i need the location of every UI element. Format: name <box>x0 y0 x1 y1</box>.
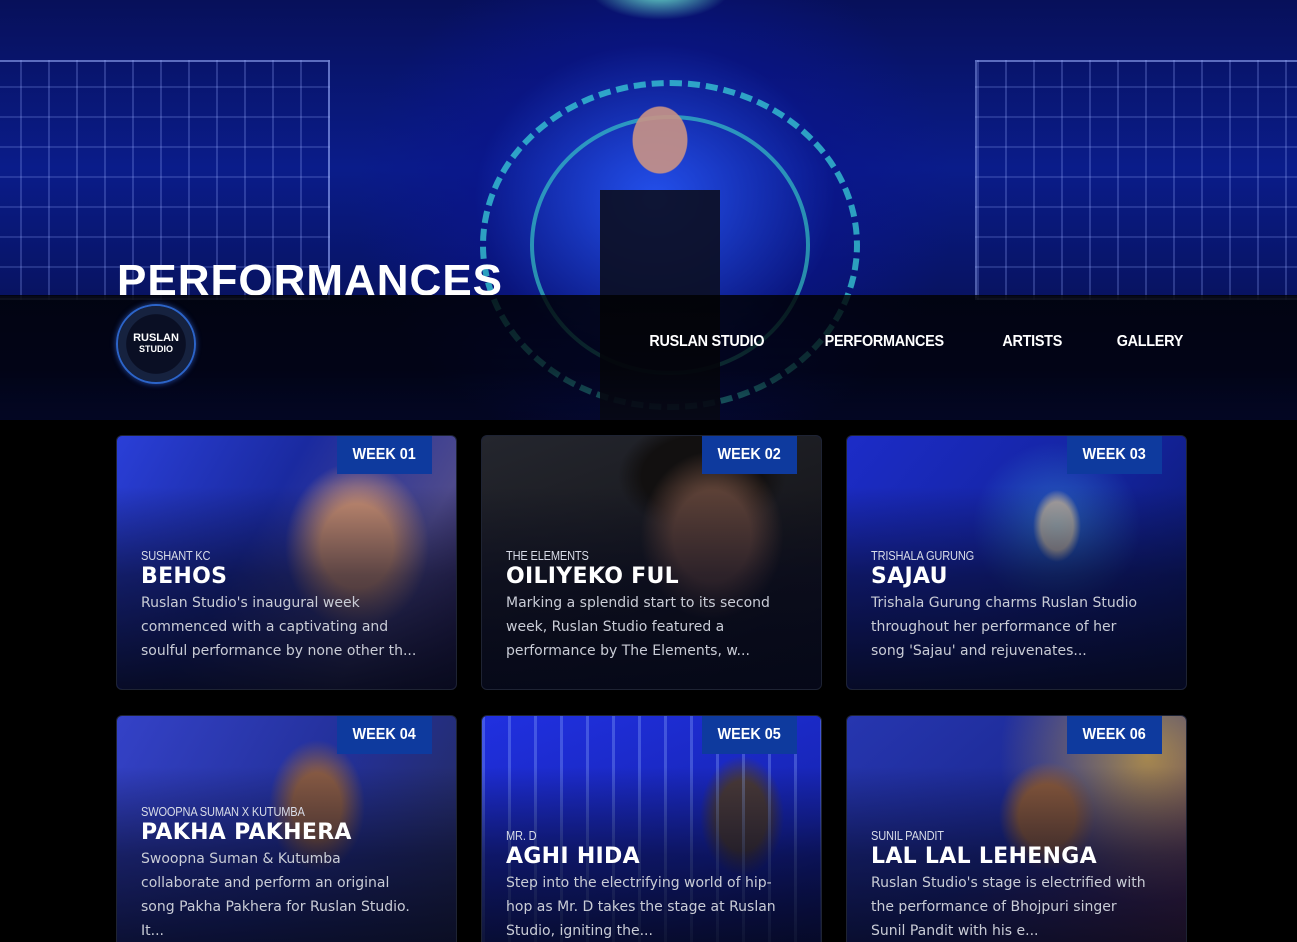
nav-item-ruslan-studio[interactable]: RUSLAN STUDIO <box>649 333 764 351</box>
card-content: MR. D AGHI HIDA Step into the electrifyi… <box>506 828 783 942</box>
week-badge: WEEK 02 <box>702 436 797 474</box>
card-description: Ruslan Studio's inaugural week commenced… <box>141 595 417 659</box>
card-content: THE ELEMENTS OILIYEKO FUL Marking a sple… <box>506 548 783 663</box>
week-badge: WEEK 05 <box>702 716 797 754</box>
ruslan-studio-logo[interactable]: RUSLAN STUDIO <box>116 304 196 384</box>
card-content: SUSHANT KC BEHOS Ruslan Studio's inaugur… <box>141 548 418 663</box>
card-title: SAJAU <box>871 564 948 589</box>
card-title: LAL LAL LEHENGA <box>871 844 1097 869</box>
nav-item-gallery[interactable]: GALLERY <box>1117 333 1184 351</box>
performance-card[interactable]: WEEK 05 MR. D AGHI HIDA Step into the el… <box>481 715 822 942</box>
logo-text-line1: RUSLAN <box>133 332 179 344</box>
card-description: Marking a splendid start to its second w… <box>506 595 770 659</box>
performance-card[interactable]: WEEK 06 SUNIL PANDIT LAL LAL LEHENGA Rus… <box>846 715 1187 942</box>
week-badge: WEEK 03 <box>1067 436 1162 474</box>
card-content: SUNIL PANDIT LAL LAL LEHENGA Ruslan Stud… <box>871 828 1148 942</box>
card-artist: MR. D <box>506 828 537 843</box>
card-description: Trishala Gurung charms Ruslan Studio thr… <box>871 595 1138 659</box>
card-artist: THE ELEMENTS <box>506 548 589 563</box>
spotlight <box>590 0 730 20</box>
card-artist: SUNIL PANDIT <box>871 828 944 843</box>
card-artist: SUSHANT KC <box>141 548 211 563</box>
stage-truss-right <box>975 60 1297 300</box>
card-content: TRISHALA GURUNG SAJAU Trishala Gurung ch… <box>871 548 1148 663</box>
card-title: OILIYEKO FUL <box>506 564 679 589</box>
logo-text-line2: STUDIO <box>138 344 173 354</box>
card-artist: TRISHALA GURUNG <box>871 548 975 563</box>
week-badge: WEEK 06 <box>1067 716 1162 754</box>
card-description: Swoopna Suman & Kutumba collaborate and … <box>141 851 410 939</box>
card-title: BEHOS <box>141 564 228 589</box>
performance-grid: WEEK 01 SUSHANT KC BEHOS Ruslan Studio's… <box>116 435 1187 942</box>
card-title: PAKHA PAKHERA <box>141 820 352 845</box>
nav-item-artists[interactable]: ARTISTS <box>1002 333 1062 351</box>
nav-item-performances[interactable]: PERFORMANCES <box>825 333 944 351</box>
card-content: SWOOPNA SUMAN X KUTUMBA PAKHA PAKHERA Sw… <box>141 804 418 942</box>
performance-card[interactable]: WEEK 04 SWOOPNA SUMAN X KUTUMBA PAKHA PA… <box>116 715 457 942</box>
performance-card[interactable]: WEEK 02 THE ELEMENTS OILIYEKO FUL Markin… <box>481 435 822 690</box>
main-nav: RUSLAN STUDIO PERFORMANCES ARTISTS GALLE… <box>643 333 1187 351</box>
navbar: RUSLAN STUDIO RUSLAN STUDIO PERFORMANCES… <box>0 295 1297 420</box>
performance-card[interactable]: WEEK 03 TRISHALA GURUNG SAJAU Trishala G… <box>846 435 1187 690</box>
card-artist: SWOOPNA SUMAN X KUTUMBA <box>141 804 305 819</box>
card-title: AGHI HIDA <box>506 844 640 869</box>
card-description: Ruslan Studio's stage is electrified wit… <box>871 875 1146 939</box>
card-description: Step into the electrifying world of hip-… <box>506 875 776 939</box>
performance-card[interactable]: WEEK 01 SUSHANT KC BEHOS Ruslan Studio's… <box>116 435 457 690</box>
week-badge: WEEK 01 <box>337 436 432 474</box>
week-badge: WEEK 04 <box>337 716 432 754</box>
